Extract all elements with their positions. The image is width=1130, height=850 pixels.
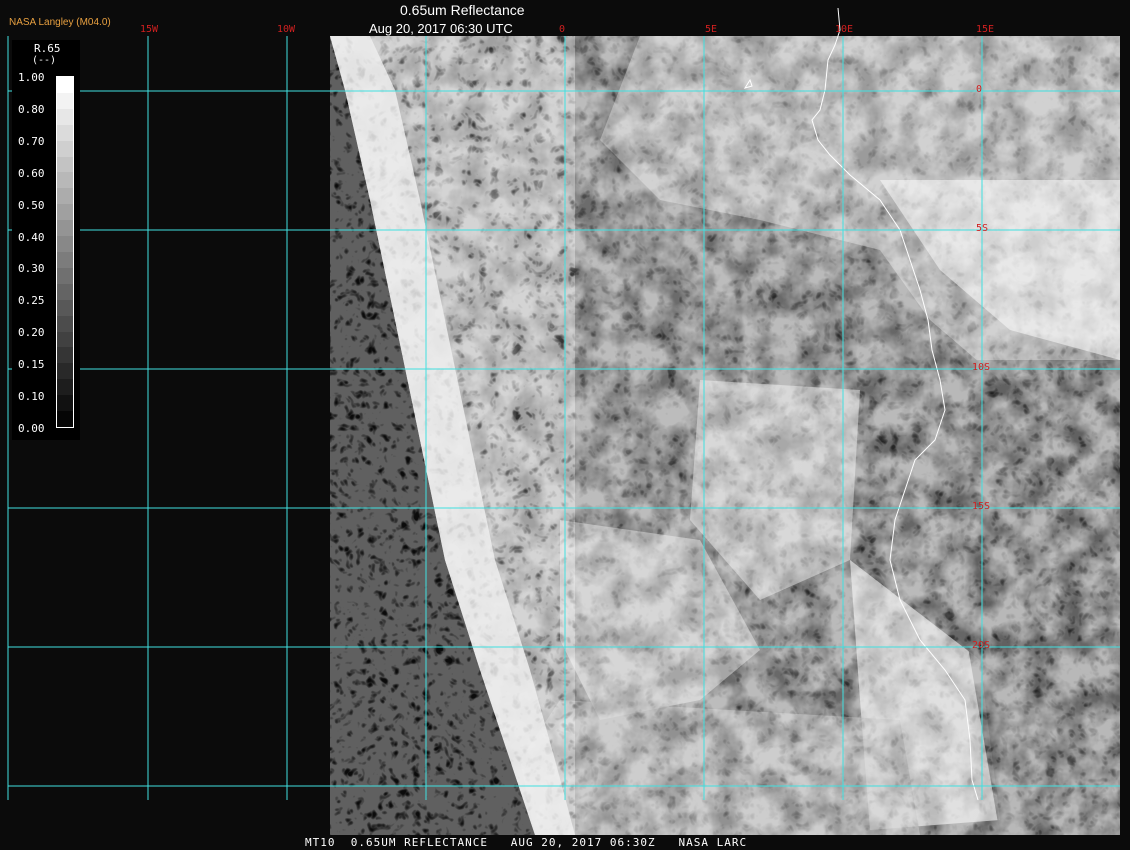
legend-tick-label: 0.15 bbox=[18, 358, 45, 372]
legend-color-step bbox=[57, 251, 73, 268]
legend-color-step bbox=[57, 379, 73, 396]
legend-color-step bbox=[57, 411, 73, 427]
legend-color-step bbox=[57, 220, 73, 237]
legend-variable: R.65 bbox=[34, 42, 61, 55]
lon-label-0: 0 bbox=[559, 24, 566, 35]
color-legend: R.65 (--) 1.00 0.80 0.70 0.60 0.50 0.40 0.30 0.… bbox=[12, 40, 80, 440]
lon-label-10e: 10E bbox=[835, 24, 854, 35]
legend-tick-label: 1.00 bbox=[18, 71, 45, 84]
legend-color-step bbox=[57, 267, 73, 284]
lat-label-10s: 10S bbox=[972, 362, 991, 373]
legend-tick-label: 0.25 bbox=[18, 294, 45, 308]
legend-tick-label: 0.00 bbox=[18, 421, 45, 435]
legend-color-step bbox=[57, 283, 73, 300]
satellite-image-viewer: NASA Langley (M04.0) 0.65um Reflectance … bbox=[0, 0, 1130, 850]
legend-color-step bbox=[57, 315, 73, 332]
brand-label: NASA Langley (M04.0) bbox=[9, 17, 111, 28]
status-footer: MT10 0.65UM REFLECTANCE AUG 20, 2017 06:… bbox=[305, 836, 748, 849]
legend-color-step bbox=[57, 204, 73, 221]
reflectance-imagery bbox=[7, 7, 1120, 835]
lat-label-5s: 5S bbox=[976, 223, 989, 234]
legend-color-step bbox=[57, 236, 73, 252]
page-title: 0.65um Reflectance bbox=[400, 2, 525, 18]
lon-label-15e: 15E bbox=[976, 24, 995, 35]
legend-tick-label: 0.10 bbox=[18, 390, 45, 403]
legend-tick-label: 0.40 bbox=[18, 230, 45, 244]
legend-color-step bbox=[57, 172, 73, 189]
legend-color-step bbox=[57, 347, 73, 364]
legend-color-step bbox=[57, 188, 73, 205]
lat-label-0: 0 bbox=[976, 84, 983, 95]
legend-color-step bbox=[57, 140, 73, 157]
legend-tick-label: 0.30 bbox=[18, 262, 45, 276]
legend-color-step bbox=[57, 124, 73, 141]
legend-color-step bbox=[57, 395, 73, 412]
legend-tick-label: 0.80 bbox=[18, 102, 45, 116]
legend-color-step bbox=[57, 77, 73, 93]
legend-color-step bbox=[57, 363, 73, 380]
legend-color-step bbox=[57, 156, 73, 173]
lon-label-5e: 5E bbox=[705, 24, 718, 35]
lat-label-20s: 20S bbox=[972, 640, 991, 651]
timestamp-subtitle: Aug 20, 2017 06:30 UTC bbox=[369, 21, 513, 36]
legend-colorbar bbox=[56, 76, 74, 428]
legend-tick-label: 0.70 bbox=[18, 134, 45, 148]
legend-color-step bbox=[57, 108, 73, 125]
legend-unit: (--) bbox=[32, 55, 57, 66]
legend-color-step bbox=[57, 299, 73, 316]
lat-label-15s: 15S bbox=[972, 501, 991, 512]
lon-label-10w: 10W bbox=[277, 24, 296, 35]
lon-label-15w: 15W bbox=[140, 24, 159, 35]
legend-tick-label: 0.60 bbox=[18, 166, 45, 180]
legend-color-step bbox=[57, 92, 73, 109]
legend-tick-label: 0.20 bbox=[18, 326, 45, 340]
legend-color-step bbox=[57, 331, 73, 348]
legend-tick-label: 0.50 bbox=[18, 198, 45, 212]
